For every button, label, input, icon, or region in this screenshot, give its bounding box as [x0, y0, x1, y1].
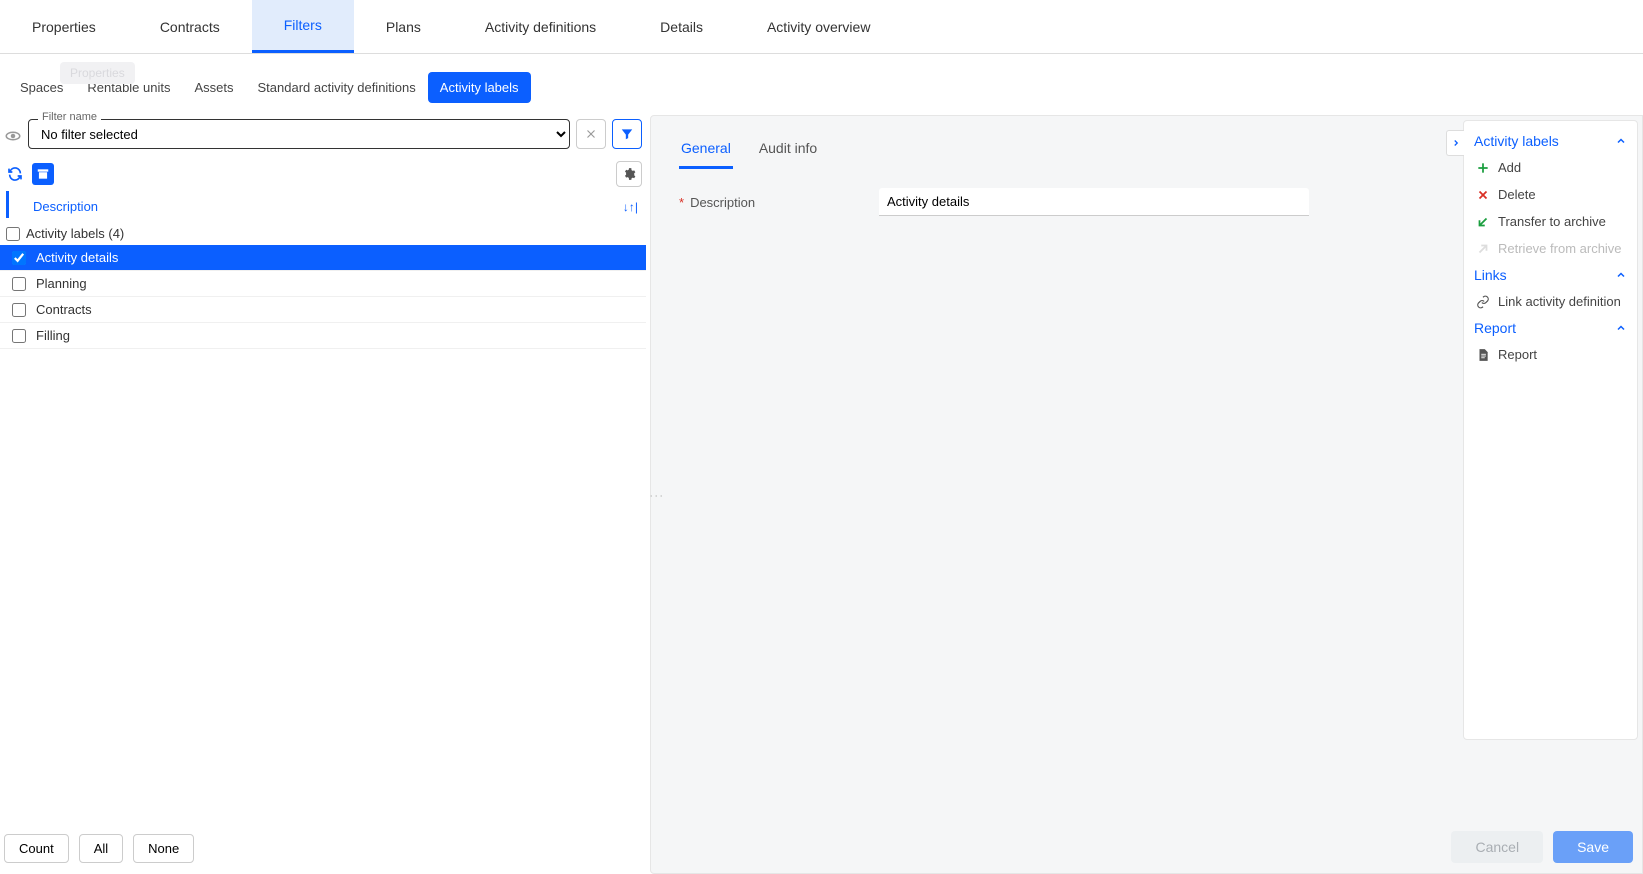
tree-item-activity-details[interactable]: Activity details: [0, 245, 646, 271]
ap-add[interactable]: Add: [1474, 157, 1627, 178]
form-row-description: * Description: [679, 188, 1435, 216]
filter-select[interactable]: No filter selected: [28, 119, 570, 149]
tab-details[interactable]: Details: [628, 0, 735, 53]
tab-contracts[interactable]: Contracts: [128, 0, 252, 53]
item-checkbox[interactable]: [12, 303, 26, 317]
ap-link-activity-def[interactable]: Link activity definition: [1474, 291, 1627, 312]
detail-tabs: General Audit info: [679, 134, 1435, 170]
list-toolbar: [0, 157, 646, 191]
required-asterisk: *: [679, 195, 684, 210]
item-checkbox[interactable]: [12, 277, 26, 291]
tab-properties[interactable]: Properties: [0, 0, 128, 53]
tree-group[interactable]: Activity labels (4): [0, 222, 646, 245]
top-tabs: Properties Contracts Filters Plans Activ…: [0, 0, 1643, 54]
close-icon: [1476, 188, 1490, 202]
filter-select-wrapper: Filter name No filter selected: [28, 119, 570, 149]
item-label: Planning: [36, 276, 87, 291]
ap-section-label: Activity labels: [1474, 133, 1559, 149]
tab-activity-definitions[interactable]: Activity definitions: [453, 0, 628, 53]
footer-right: Cancel Save: [1451, 831, 1633, 863]
ap-add-label: Add: [1498, 160, 1521, 175]
all-button[interactable]: All: [79, 834, 123, 863]
filter-bar: Filter name No filter selected: [0, 115, 646, 157]
detail-tab-general[interactable]: General: [679, 134, 733, 169]
action-panel: Activity labels Add Delete Transfer to a…: [1463, 120, 1638, 740]
group-label: Activity labels (4): [26, 226, 124, 241]
subtab-spaces[interactable]: Spaces: [8, 72, 75, 103]
right-pane: ⋮ General Audit info * Description Activ…: [650, 115, 1643, 874]
item-label: Contracts: [36, 302, 92, 317]
ap-report[interactable]: Report: [1474, 344, 1627, 365]
refresh-button[interactable]: [4, 163, 26, 185]
ap-section-activity-labels[interactable]: Activity labels: [1474, 131, 1627, 151]
description-label: Description: [690, 195, 755, 210]
ap-transfer-archive[interactable]: Transfer to archive: [1474, 211, 1627, 232]
apply-filter-button[interactable]: [612, 119, 642, 149]
save-button[interactable]: Save: [1553, 831, 1633, 863]
tree-item-filling[interactable]: Filling: [0, 323, 646, 349]
column-header[interactable]: Description ↓↑|: [6, 191, 646, 218]
subtab-activity-labels[interactable]: Activity labels: [428, 72, 531, 103]
tree-item-contracts[interactable]: Contracts: [0, 297, 646, 323]
tab-filters[interactable]: Filters: [252, 0, 354, 53]
tree-list: Activity labels (4) Activity details Pla…: [0, 218, 646, 353]
left-pane: Filter name No filter selected: [0, 115, 650, 874]
description-input[interactable]: [879, 188, 1309, 216]
ap-transfer-label: Transfer to archive: [1498, 214, 1606, 229]
tab-activity-overview[interactable]: Activity overview: [735, 0, 902, 53]
ap-section-links[interactable]: Links: [1474, 265, 1627, 285]
item-label: Filling: [36, 328, 70, 343]
ap-retrieve-archive: Retrieve from archive: [1474, 238, 1627, 259]
ap-report-label: Report: [1498, 347, 1537, 362]
description-label-wrap: * Description: [679, 195, 859, 210]
visibility-toggle-icon[interactable]: [4, 127, 22, 141]
link-icon: [1476, 295, 1490, 309]
group-checkbox[interactable]: [6, 227, 20, 241]
item-label: Activity details: [36, 250, 118, 265]
sort-icon[interactable]: ↓↑|: [623, 200, 638, 214]
document-icon: [1476, 348, 1490, 362]
filter-label: Filter name: [38, 111, 101, 123]
tree-item-planning[interactable]: Planning: [0, 271, 646, 297]
chevron-up-icon: [1615, 322, 1627, 334]
plus-icon: [1476, 161, 1490, 175]
ap-delete-label: Delete: [1498, 187, 1536, 202]
arrow-down-left-icon: [1476, 215, 1490, 229]
detail-area: General Audit info * Description: [651, 116, 1463, 873]
subtab-std-activity-defs[interactable]: Standard activity definitions: [246, 72, 428, 103]
column-header-label: Description: [33, 199, 98, 214]
ap-section-label: Links: [1474, 267, 1507, 283]
settings-button[interactable]: [616, 161, 642, 187]
archive-toggle-button[interactable]: [32, 163, 54, 185]
ap-section-label: Report: [1474, 320, 1516, 336]
tab-plans[interactable]: Plans: [354, 0, 453, 53]
chevron-up-icon: [1615, 135, 1627, 147]
main-area: Filter name No filter selected: [0, 115, 1643, 874]
chevron-up-icon: [1615, 269, 1627, 281]
ap-retrieve-label: Retrieve from archive: [1498, 241, 1622, 256]
subtab-rentable-units[interactable]: Rentable units: [75, 72, 182, 103]
subtab-assets[interactable]: Assets: [183, 72, 246, 103]
detail-tab-audit[interactable]: Audit info: [757, 134, 819, 169]
clear-filter-button[interactable]: [576, 119, 606, 149]
arrow-up-right-icon: [1476, 242, 1490, 256]
item-checkbox[interactable]: [12, 251, 26, 265]
expand-sidebar-button[interactable]: [1446, 130, 1464, 156]
count-button[interactable]: Count: [4, 834, 69, 863]
ap-delete[interactable]: Delete: [1474, 184, 1627, 205]
footer-left: Count All None: [4, 834, 194, 863]
ap-link-label: Link activity definition: [1498, 294, 1621, 309]
cancel-button[interactable]: Cancel: [1451, 831, 1543, 863]
sub-tabs: Properties Spaces Rentable units Assets …: [0, 54, 1643, 115]
ap-section-report[interactable]: Report: [1474, 318, 1627, 338]
item-checkbox[interactable]: [12, 329, 26, 343]
none-button[interactable]: None: [133, 834, 194, 863]
